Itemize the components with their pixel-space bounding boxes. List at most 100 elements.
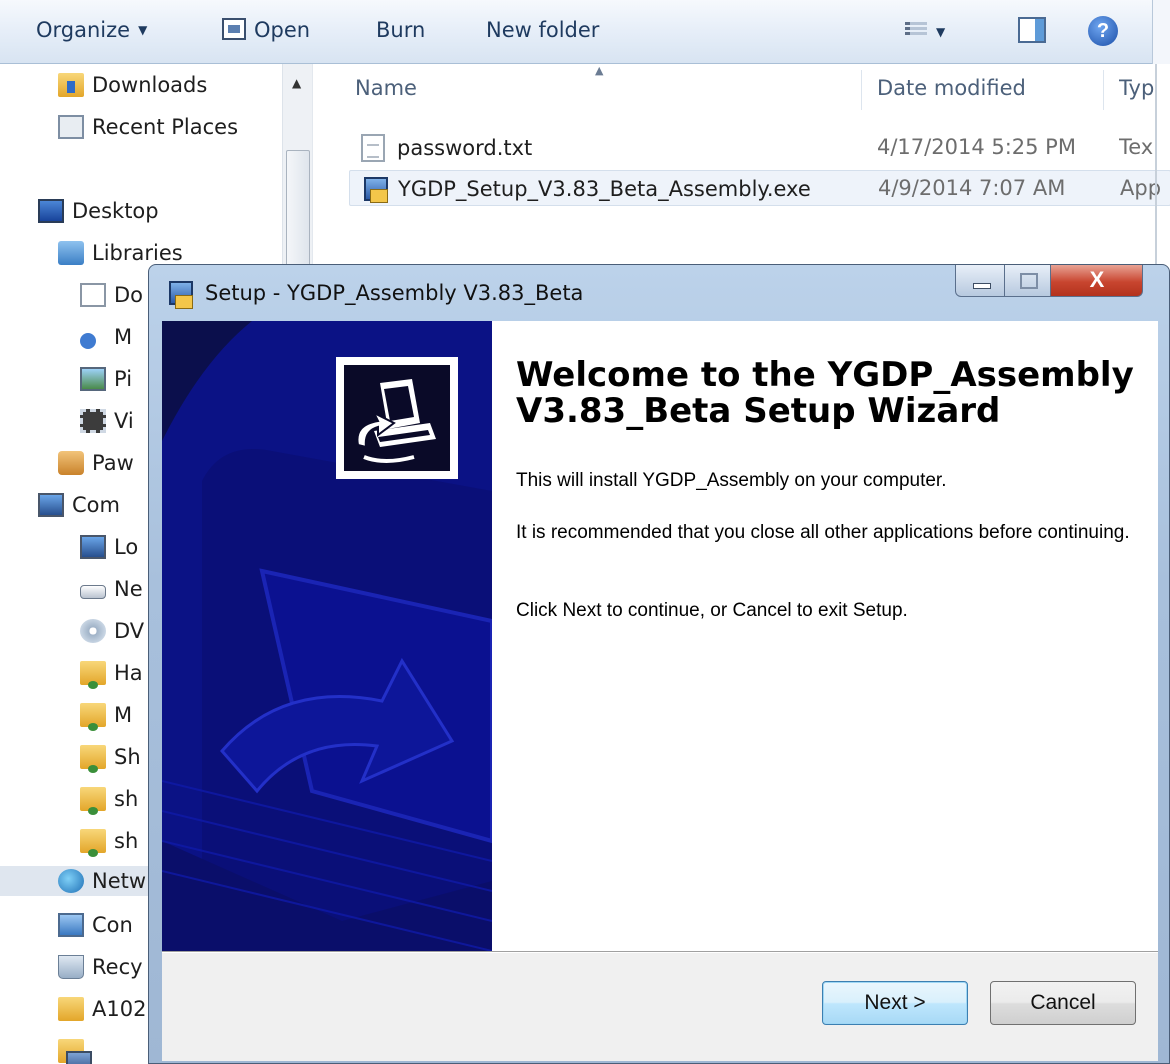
- libraries-icon: [58, 241, 84, 265]
- folder-icon: [58, 997, 84, 1021]
- nav-item-network-drive[interactable]: Ne: [80, 574, 143, 604]
- nav-item-label: Com: [72, 493, 120, 517]
- nav-item-label: Do: [114, 283, 144, 307]
- file-row[interactable]: password.txt 4/17/2014 5:25 PM Tex: [349, 130, 1170, 166]
- preview-pane-icon[interactable]: [1018, 17, 1046, 43]
- nav-item-label: Netw: [92, 869, 147, 893]
- window-controls: X: [955, 265, 1145, 299]
- close-apps-text: It is recommended that you close all oth…: [516, 522, 1130, 543]
- nav-item-folder[interactable]: A102: [58, 994, 146, 1024]
- desktop-icon: [38, 199, 64, 223]
- new-folder-label: New folder: [486, 18, 600, 42]
- nav-item-local-disk[interactable]: Lo: [80, 532, 138, 562]
- music-icon: [80, 333, 96, 349]
- nav-scrollbar[interactable]: ▲: [282, 64, 312, 274]
- cancel-button[interactable]: Cancel: [990, 981, 1136, 1025]
- nav-item-share-1[interactable]: Ha: [80, 658, 143, 689]
- column-name[interactable]: Name: [355, 76, 417, 100]
- view-options-chevron-icon[interactable]: ▼: [936, 25, 945, 39]
- scroll-thumb[interactable]: [286, 150, 310, 270]
- nav-item-share-2[interactable]: M: [80, 700, 133, 731]
- dvd-drive-icon: [80, 619, 106, 643]
- nav-item-control-panel[interactable]: Con: [58, 910, 133, 940]
- network-drive-icon: [80, 585, 106, 599]
- burn-label: Burn: [376, 18, 426, 42]
- file-type: App: [1120, 176, 1160, 200]
- file-date: 4/9/2014 7:07 AM: [878, 176, 1066, 200]
- close-button[interactable]: X: [1051, 265, 1143, 297]
- open-label: Open: [254, 18, 311, 42]
- explorer-toolbar: Organize ▼ Open Burn New folder ▼ ?: [0, 0, 1170, 64]
- nav-item-dvd[interactable]: DV: [80, 616, 144, 646]
- wizard-banner-image: [162, 321, 492, 951]
- nav-item-label: M: [114, 703, 133, 727]
- dialog-body: Welcome to the YGDP_Assembly V3.83_Beta …: [162, 321, 1158, 1061]
- scroll-up-icon[interactable]: ▲: [292, 76, 301, 90]
- nav-item-music[interactable]: M: [80, 322, 132, 352]
- column-date-modified[interactable]: Date modified: [877, 76, 1026, 100]
- nav-item-recycle-bin[interactable]: Recy: [58, 952, 143, 982]
- window-edge: [1155, 64, 1157, 264]
- computer-icon: [38, 493, 64, 517]
- nav-item-label: Ha: [114, 661, 143, 685]
- next-button[interactable]: Next >: [822, 981, 968, 1025]
- dialog-titlebar[interactable]: Setup - YGDP_Assembly V3.83_Beta X: [149, 265, 1169, 321]
- nav-item-downloads[interactable]: Downloads: [58, 70, 207, 100]
- nav-item-label: Sh: [114, 745, 141, 769]
- nav-item-label: Recy: [92, 955, 143, 979]
- welcome-pane: Welcome to the YGDP_Assembly V3.83_Beta …: [492, 321, 1158, 951]
- nav-item-label: Paw: [92, 451, 134, 475]
- nav-item-share-4[interactable]: sh: [80, 784, 139, 815]
- local-disk-icon: [80, 535, 106, 559]
- nav-item-label: Downloads: [92, 73, 208, 97]
- nav-item-label: Desktop: [72, 199, 159, 223]
- network-icon: [58, 869, 84, 893]
- column-divider[interactable]: [861, 70, 862, 110]
- file-row[interactable]: YGDP_Setup_V3.83_Beta_Assembly.exe 4/9/2…: [349, 170, 1170, 206]
- file-name: password.txt: [397, 136, 533, 160]
- sort-ascending-icon: ▲: [595, 64, 604, 77]
- nav-item-computer[interactable]: Com: [38, 490, 120, 520]
- installer-computer-icon: [344, 365, 450, 471]
- computer-icon: [66, 1051, 92, 1064]
- maximize-button[interactable]: [1005, 265, 1051, 297]
- organize-button[interactable]: Organize ▼: [36, 18, 147, 42]
- nav-item-label: DV: [114, 619, 145, 643]
- open-button[interactable]: Open: [222, 18, 310, 42]
- nav-item-label: sh: [114, 829, 139, 853]
- burn-button[interactable]: Burn: [376, 18, 425, 42]
- nav-item-label: sh: [114, 787, 139, 811]
- control-panel-icon: [58, 913, 84, 937]
- welcome-heading: Welcome to the YGDP_Assembly V3.83_Beta …: [516, 355, 1134, 431]
- nav-item-desktop[interactable]: Desktop: [38, 196, 159, 226]
- next-cancel-instruction: Click Next to continue, or Cancel to exi…: [516, 600, 908, 621]
- user-folder-icon: [58, 451, 84, 475]
- file-name-cell: password.txt: [361, 134, 532, 162]
- help-icon[interactable]: ?: [1088, 16, 1118, 46]
- pictures-icon: [80, 367, 106, 391]
- change-view-icon[interactable]: [905, 20, 927, 42]
- column-divider[interactable]: [1103, 70, 1104, 110]
- minimize-button[interactable]: [955, 265, 1005, 297]
- setup-dialog: Setup - YGDP_Assembly V3.83_Beta X Welco…: [148, 264, 1170, 1064]
- chevron-down-icon: ▼: [138, 23, 148, 37]
- nav-item-label: A102: [92, 997, 147, 1021]
- column-type[interactable]: Typ: [1119, 76, 1159, 100]
- nav-item-label: Con: [92, 913, 133, 937]
- setup-app-icon: [167, 281, 195, 309]
- nav-item-videos[interactable]: Vi: [80, 406, 134, 436]
- nav-item-partial-2[interactable]: [66, 1048, 100, 1064]
- nav-item-share-3[interactable]: Sh: [80, 742, 141, 773]
- nav-item-network[interactable]: Netw: [0, 866, 160, 896]
- nav-item-pictures[interactable]: Pi: [80, 364, 132, 394]
- nav-item-documents[interactable]: Do: [80, 280, 143, 310]
- nav-item-recent-places[interactable]: Recent Places: [58, 112, 238, 142]
- recycle-bin-icon: [58, 955, 84, 979]
- installer-logo: [336, 357, 458, 479]
- open-icon: [222, 18, 246, 40]
- nav-item-user[interactable]: Paw: [58, 448, 134, 478]
- toolbar-edge: [1152, 0, 1170, 64]
- new-folder-button[interactable]: New folder: [486, 18, 599, 42]
- nav-item-share-5[interactable]: sh: [80, 826, 139, 857]
- nav-item-label: Recent Places: [92, 115, 239, 139]
